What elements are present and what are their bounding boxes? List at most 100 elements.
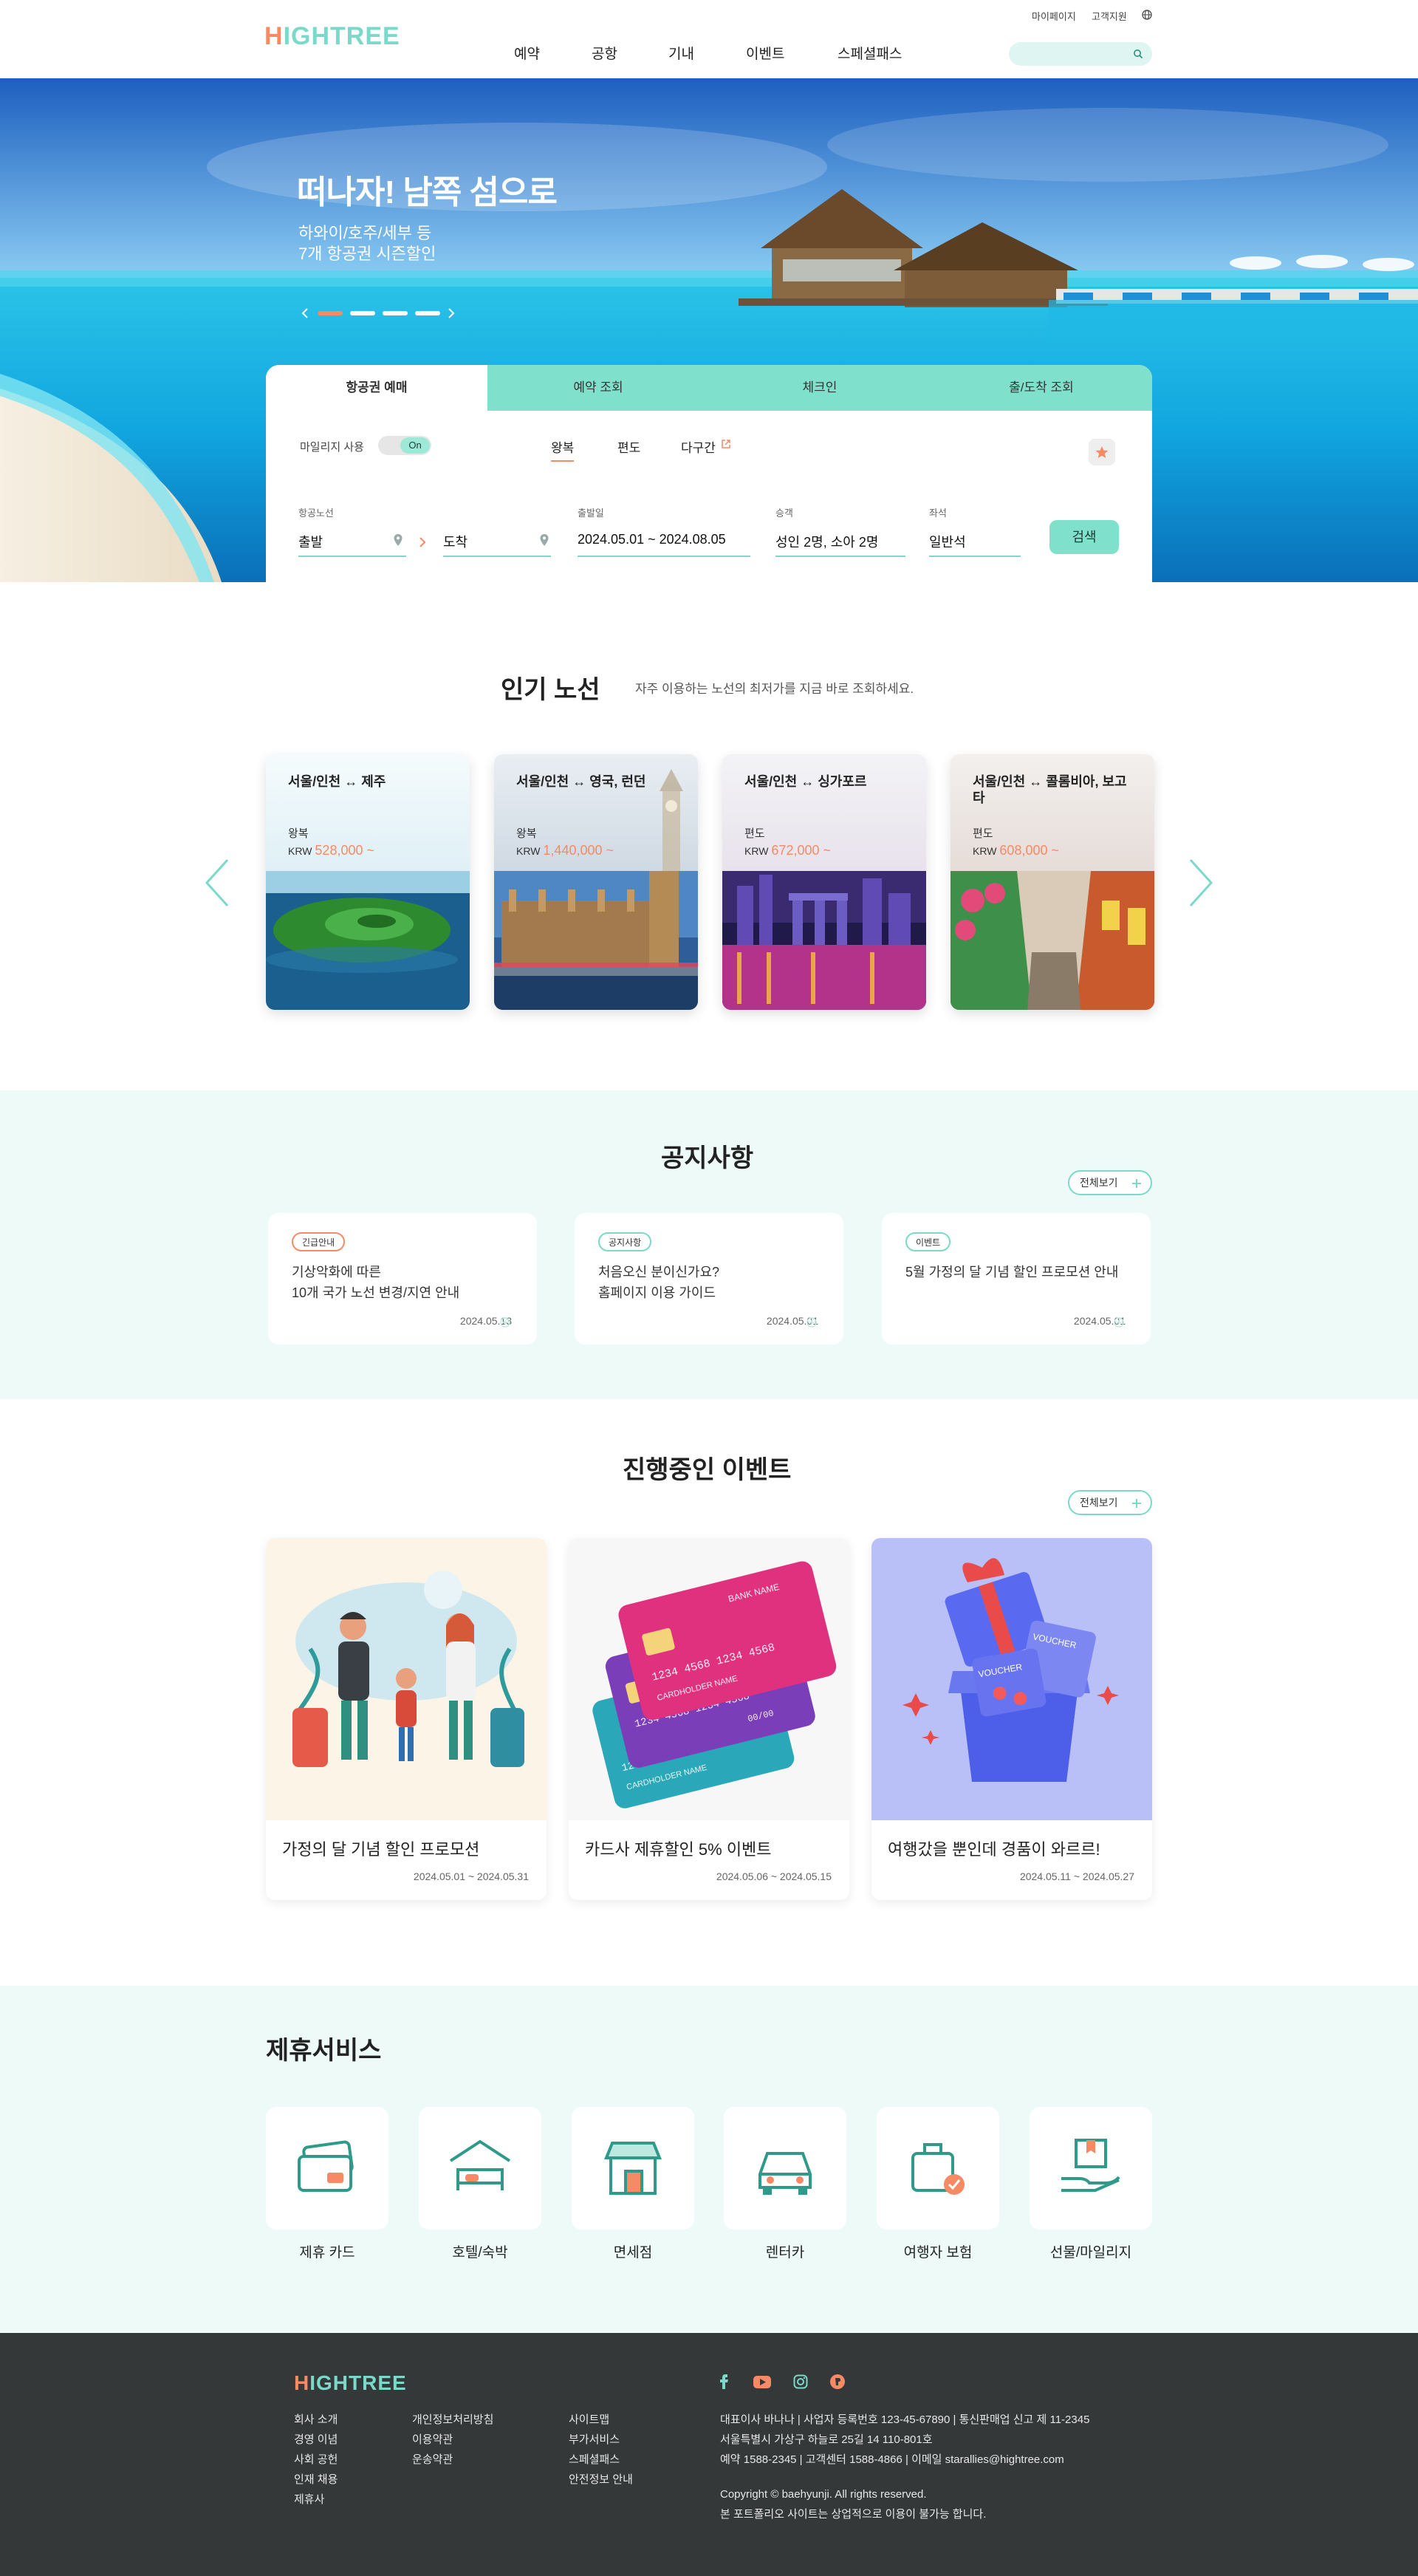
footer-link[interactable]: 스페셜패스	[569, 2450, 633, 2470]
notice-card[interactable]: 공지사항 처음오신 분이신가요? 홈페이지 이용 가이드 2024.05.01	[575, 1213, 843, 1345]
trip-type-multi[interactable]: 다구간	[681, 437, 716, 456]
partner-card-button[interactable]	[266, 2107, 388, 2230]
route-card[interactable]: 서울/인천 ↔ 콜롬비아, 보고타 편도 KRW 608,000 ~	[951, 754, 1154, 1010]
instagram-icon[interactable]	[793, 2374, 808, 2389]
partner-insurance-button[interactable]	[877, 2107, 999, 2230]
family-travel-illustration	[266, 1538, 547, 1820]
footer-copyright: Copyright © baehyunji. All rights reserv…	[720, 2488, 927, 2501]
bogota-image	[951, 871, 1154, 1010]
trip-type-oneway[interactable]: 편도	[617, 437, 640, 456]
hero-subtitle-2: 7개 항공권 시즌할인	[298, 245, 436, 263]
footer-link[interactable]: 안전정보 안내	[569, 2470, 633, 2490]
search-icon[interactable]	[1133, 49, 1143, 59]
footer-column-company: 회사 소개 경영 이념 사회 공헌 인재 채용 제휴사	[294, 2410, 338, 2510]
seat-field[interactable]: 일반석	[929, 532, 966, 551]
globe-icon[interactable]	[1142, 10, 1152, 20]
slide-dot-3	[383, 311, 408, 315]
notice-card[interactable]: 긴급안내 기상악화에 따른 10개 국가 노선 변경/지연 안내 2024.05.…	[268, 1213, 537, 1345]
prev-slide-icon	[301, 308, 308, 318]
notice-more-button[interactable]: 전체보기	[1068, 1170, 1152, 1195]
footer-link[interactable]: 개인정보처리방침	[412, 2410, 493, 2430]
footer-link[interactable]: 운송약관	[412, 2450, 493, 2470]
nav-inflight[interactable]: 기내	[668, 43, 694, 63]
footer-column-site: 사이트맵 부가서비스 스페셜패스 안전정보 안내	[569, 2410, 633, 2490]
nav-event[interactable]: 이벤트	[746, 43, 784, 63]
partner-rentcar-button[interactable]	[724, 2107, 846, 2230]
hotel-icon	[449, 2139, 511, 2190]
arrival-field[interactable]: 도착	[443, 532, 467, 551]
tab-flight-booking[interactable]: 항공권 예매	[266, 365, 487, 411]
event-card[interactable]: 1234 4568 1234 4568 CARDHOLDER NAME 1234…	[569, 1538, 849, 1900]
footer-link[interactable]: 회사 소개	[294, 2410, 338, 2430]
footer-link[interactable]: 사이트맵	[569, 2410, 633, 2430]
badge-urgent: 긴급안내	[292, 1232, 346, 1251]
mileage-toggle[interactable]: On	[378, 436, 431, 455]
tab-checkin[interactable]: 체크인	[709, 365, 931, 411]
notice-text: 기상악화에 따른 10개 국가 노선 변경/지연 안내	[292, 1262, 513, 1303]
favorite-button[interactable]	[1089, 439, 1115, 465]
footer-company-info: 대표이사 바나나 | 사업자 등록번호 123-45-67890 | 통신판매업…	[720, 2410, 1089, 2524]
notice-line-1: 기상악화에 따른	[292, 1265, 381, 1280]
notice-text: 5월 가정의 달 기념 할인 프로모션 안내	[905, 1262, 1127, 1282]
date-underline	[578, 556, 750, 557]
nav-reservation[interactable]: 예약	[514, 43, 540, 63]
route-card[interactable]: 서울/인천 ↔ 싱가포르 편도 KRW 672,000 ~	[722, 754, 926, 1010]
event-card[interactable]: VOUCHER VOUCHER 여행갔을 뿐인데 경품이 와르르! 2024.0…	[871, 1538, 1152, 1900]
event-card[interactable]: 가정의 달 기념 할인 프로모션 2024.05.01 ~ 2024.05.31	[266, 1538, 547, 1900]
plus-circle-icon	[806, 1317, 817, 1328]
search-button[interactable]: 검색	[1049, 520, 1119, 554]
partner-dutyfree-button[interactable]	[572, 2107, 694, 2230]
blog-icon[interactable]	[830, 2374, 845, 2389]
location-pin-icon	[540, 534, 549, 546]
route-card[interactable]: 서울/인천 ↔ 제주 왕복 KRW 528,000 ~	[266, 754, 470, 1010]
passenger-underline	[775, 556, 905, 557]
footer-logo-text: IGHTREE	[309, 2371, 407, 2394]
mypage-link[interactable]: 마이페이지	[1032, 9, 1076, 23]
departure-field[interactable]: 출발	[298, 532, 323, 551]
support-link[interactable]: 고객지원	[1092, 9, 1127, 23]
credit-card-icon	[298, 2140, 354, 2192]
footer-link[interactable]: 부가서비스	[569, 2430, 633, 2450]
location-pin-icon	[394, 534, 403, 546]
london-image	[494, 871, 698, 1010]
mileage-label: 마일리지 사용	[300, 441, 364, 454]
search-input[interactable]	[1009, 42, 1152, 66]
youtube-icon[interactable]	[753, 2376, 771, 2388]
singapore-image	[722, 871, 926, 1010]
footer-link[interactable]: 사회 공헌	[294, 2450, 338, 2470]
facebook-icon[interactable]	[718, 2374, 730, 2389]
gift-voucher-illustration: VOUCHER VOUCHER	[871, 1538, 1152, 1820]
route-price-value: 672,000 ~	[771, 843, 831, 858]
next-slide-icon	[448, 308, 455, 318]
passenger-field[interactable]: 성인 2명, 소아 2명	[775, 532, 878, 551]
partner-gift-button[interactable]	[1030, 2107, 1152, 2230]
events-more-button[interactable]: 전체보기	[1068, 1490, 1152, 1515]
date-field[interactable]: 2024.05.01 ~ 2024.08.05	[578, 532, 726, 547]
tab-reservation-check[interactable]: 예약 조회	[487, 365, 709, 411]
trip-type-round[interactable]: 왕복	[551, 437, 575, 462]
footer-link[interactable]: 경영 이념	[294, 2430, 338, 2450]
partner-rentcar-label: 렌터카	[765, 2245, 805, 2261]
partner-hotel-button[interactable]	[419, 2107, 541, 2230]
footer-link[interactable]: 인재 채용	[294, 2470, 338, 2490]
more-label: 전체보기	[1080, 1497, 1118, 1509]
footer-logo[interactable]: HIGHTREE	[294, 2371, 407, 2395]
credit-cards-illustration: 1234 4568 1234 4568 CARDHOLDER NAME 1234…	[569, 1538, 849, 1820]
route-price-value: 1,440,000 ~	[543, 843, 614, 858]
nav-special-pass[interactable]: 스페셜패스	[838, 43, 902, 63]
tab-arrival-departure[interactable]: 출/도착 조회	[931, 365, 1152, 411]
route-card[interactable]: 서울/인천 ↔ 영국, 런던 왕복 KRW 1,440,000 ~	[494, 754, 698, 1010]
event-title: 가정의 달 기념 할인 프로모션	[282, 1840, 480, 1859]
logo[interactable]: HIGHTREE	[264, 22, 400, 51]
plus-icon	[1132, 1179, 1141, 1188]
more-label: 전체보기	[1080, 1177, 1118, 1189]
route-price: KRW 528,000 ~	[288, 843, 374, 858]
footer-link[interactable]: 제휴사	[294, 2490, 338, 2510]
chevron-left-icon[interactable]	[204, 857, 230, 909]
nav-airport[interactable]: 공항	[592, 43, 617, 63]
notice-card[interactable]: 이벤트 5월 가정의 달 기념 할인 프로모션 안내 2024.05.01	[882, 1213, 1151, 1345]
route-trip-type: 왕복	[516, 827, 537, 840]
chevron-right-icon[interactable]	[1188, 857, 1214, 909]
footer-link[interactable]: 이용약관	[412, 2430, 493, 2450]
route-name: 서울/인천 ↔ 영국, 런던	[516, 774, 646, 789]
